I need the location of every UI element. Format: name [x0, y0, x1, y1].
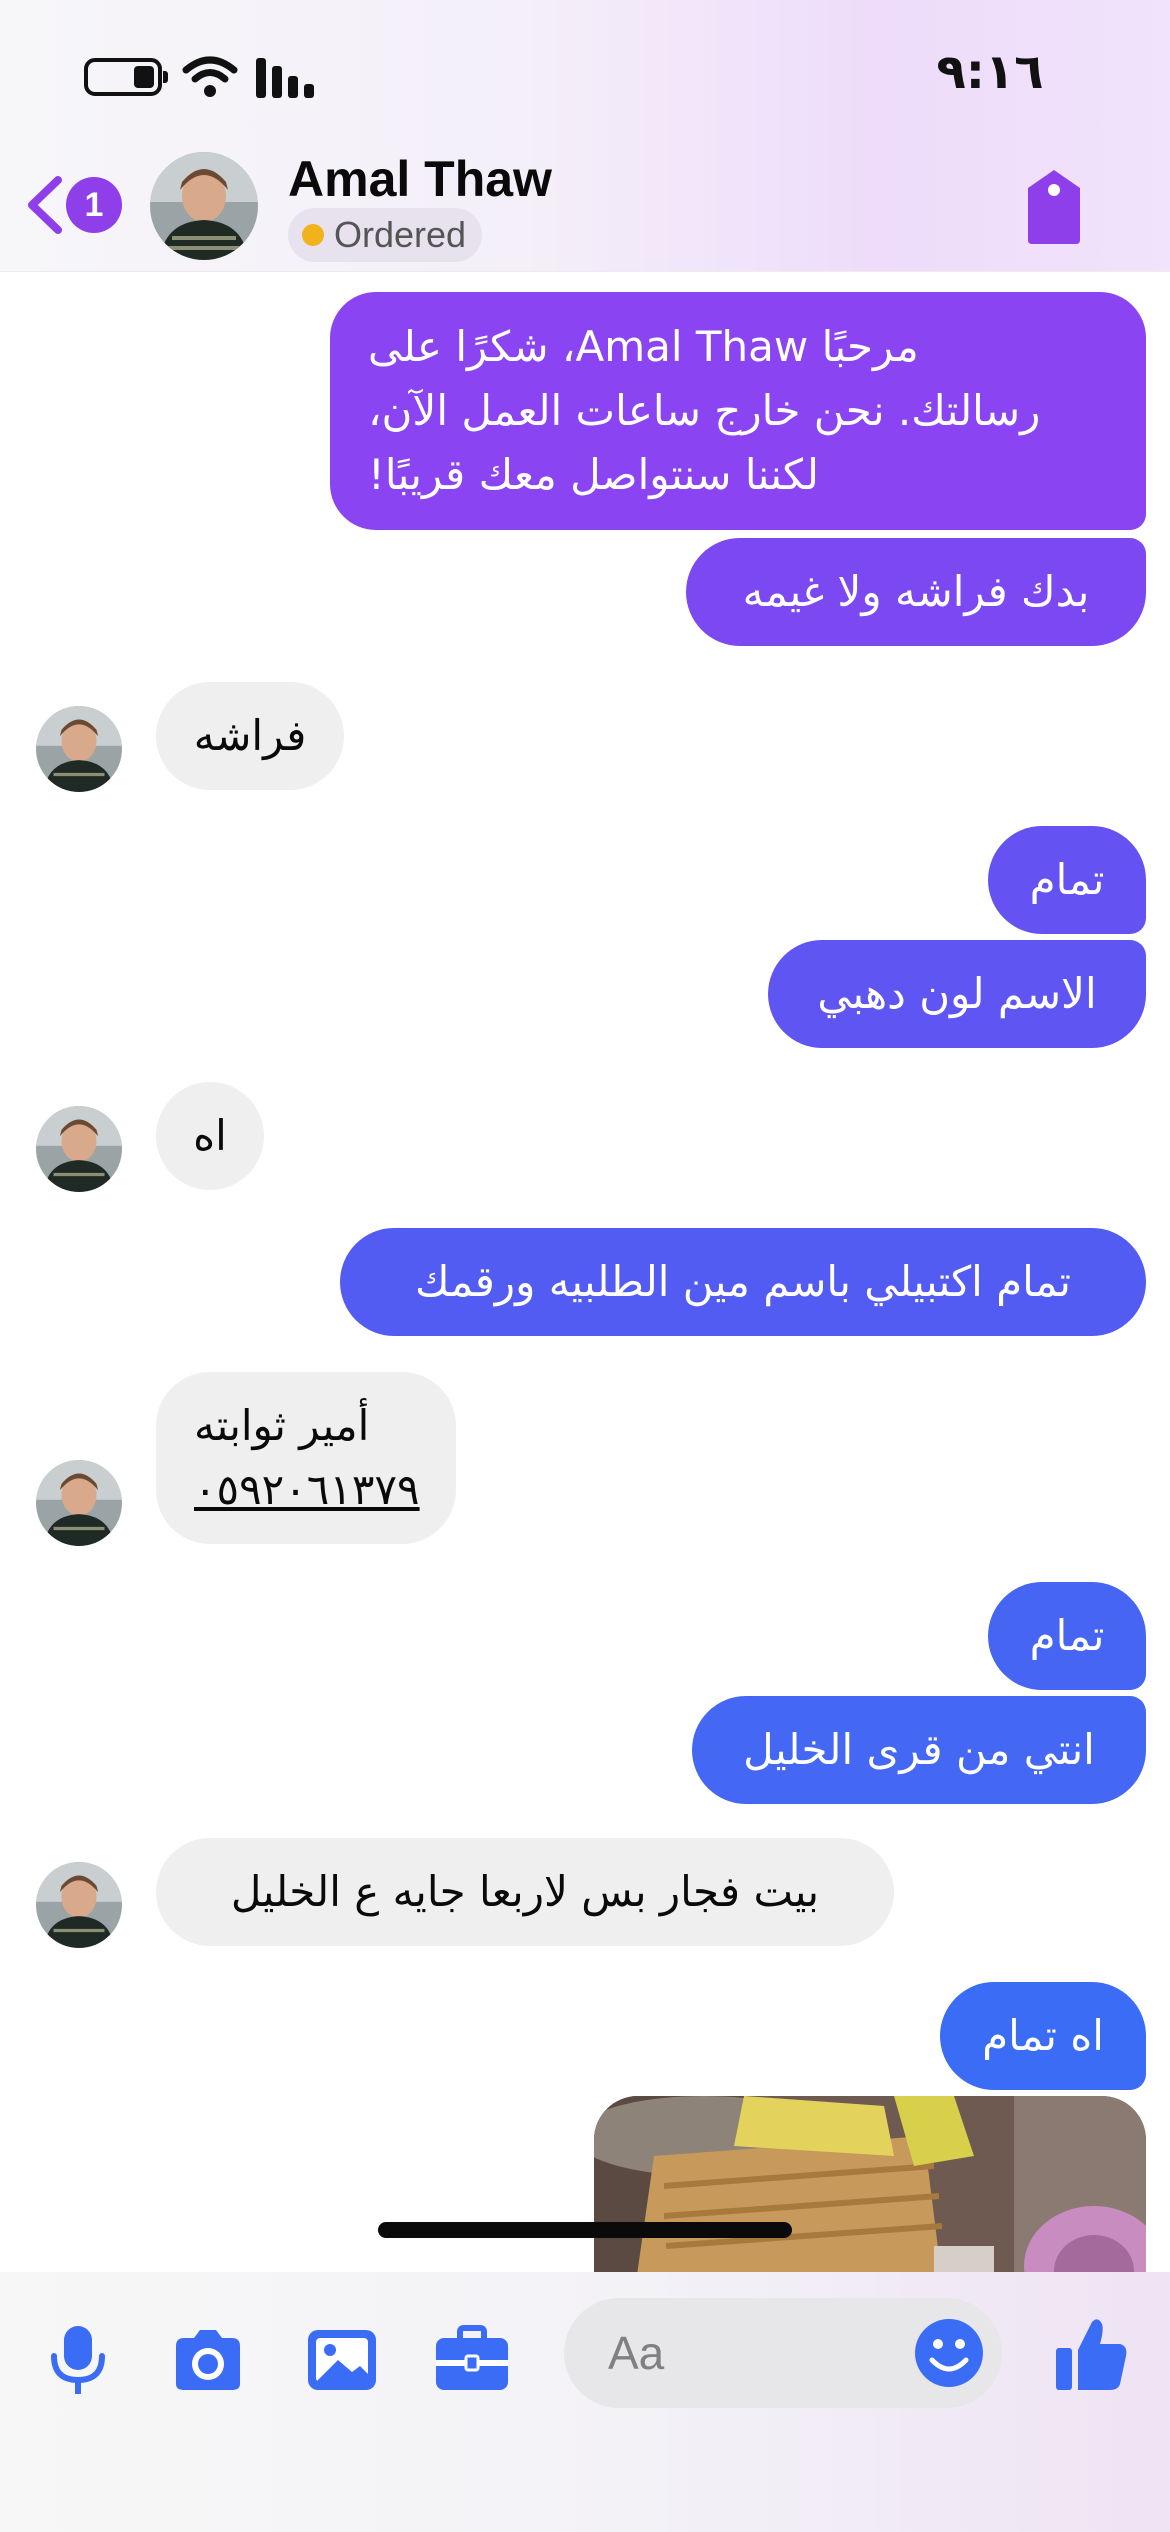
outgoing-message[interactable]: الاسم لون دهبي — [768, 940, 1146, 1048]
sender-avatar — [36, 1106, 122, 1192]
contact-name[interactable]: Amal Thaw — [288, 150, 788, 212]
sender-avatar — [36, 1862, 122, 1948]
briefcase-icon[interactable] — [432, 2320, 512, 2400]
signal-icon — [256, 58, 314, 98]
phone-number-link[interactable]: ٠٥٩٢٠٦١٣٧٩ — [194, 1458, 420, 1522]
incoming-message[interactable]: اه — [156, 1082, 264, 1190]
order-status-label: Ordered — [334, 214, 467, 255]
outgoing-message[interactable]: مرحبًا Amal Thaw، شكرًا على رسالتك. نحن … — [330, 292, 1146, 530]
battery-icon — [84, 58, 168, 96]
top-bar: ٩:١٦ 1 Amal Thaw Ordered — [0, 0, 1170, 272]
outgoing-message[interactable]: اه تمام — [940, 1982, 1146, 2090]
incoming-message[interactable]: أمير ثوابته ٠٥٩٢٠٦١٣٧٩ — [156, 1372, 456, 1544]
incoming-message[interactable]: بيت فجار بس لاربعا جايه ع الخليل — [156, 1838, 894, 1946]
outgoing-message[interactable]: انتي من قرى الخليل — [692, 1696, 1146, 1804]
outgoing-message[interactable]: تمام — [988, 826, 1146, 934]
outgoing-message[interactable]: تمام — [988, 1582, 1146, 1690]
outgoing-message[interactable]: تمام اكتبيلي باسم مين الطلبيه ورقمك — [340, 1228, 1146, 1336]
status-bar: ٩:١٦ — [0, 0, 1170, 150]
composer-bar — [0, 2272, 1170, 2532]
status-dot-icon — [302, 224, 324, 246]
thumbs-up-icon[interactable] — [1054, 2314, 1130, 2394]
chat-header: 1 Amal Thaw Ordered — [0, 150, 1170, 272]
outgoing-message[interactable]: بدك فراشه ولا غيمه — [686, 538, 1146, 646]
wifi-icon — [182, 56, 238, 97]
emoji-icon[interactable] — [912, 2316, 986, 2390]
image-icon[interactable] — [302, 2320, 382, 2400]
unread-count-badge: 1 — [66, 177, 122, 233]
message-line: مرحبًا Amal Thaw، شكرًا على — [368, 322, 919, 371]
back-button[interactable]: 1 — [22, 170, 132, 240]
sender-avatar — [36, 1460, 122, 1546]
message-line: أمير ثوابته — [194, 1401, 370, 1450]
microphone-icon[interactable] — [38, 2320, 118, 2400]
camera-icon[interactable] — [168, 2320, 248, 2400]
message-list[interactable]: مرحبًا Amal Thaw، شكرًا على رسالتك. نحن … — [0, 272, 1170, 2272]
image-attachment[interactable] — [594, 2096, 1146, 2272]
status-time: ٩:١٦ — [936, 44, 1044, 100]
order-status-tag[interactable]: Ordered — [288, 208, 483, 262]
contact-avatar[interactable] — [150, 152, 258, 260]
home-indicator[interactable] — [378, 2222, 792, 2238]
message-line: رسالتك. نحن خارج ساعات العمل الآن، — [368, 386, 1041, 435]
sender-avatar — [36, 706, 122, 792]
message-line: لكننا سنتواصل معك قريبًا! — [368, 450, 819, 499]
incoming-message[interactable]: فراشه — [156, 682, 344, 790]
tag-icon[interactable] — [1022, 166, 1086, 246]
back-chevron-icon — [28, 176, 62, 234]
